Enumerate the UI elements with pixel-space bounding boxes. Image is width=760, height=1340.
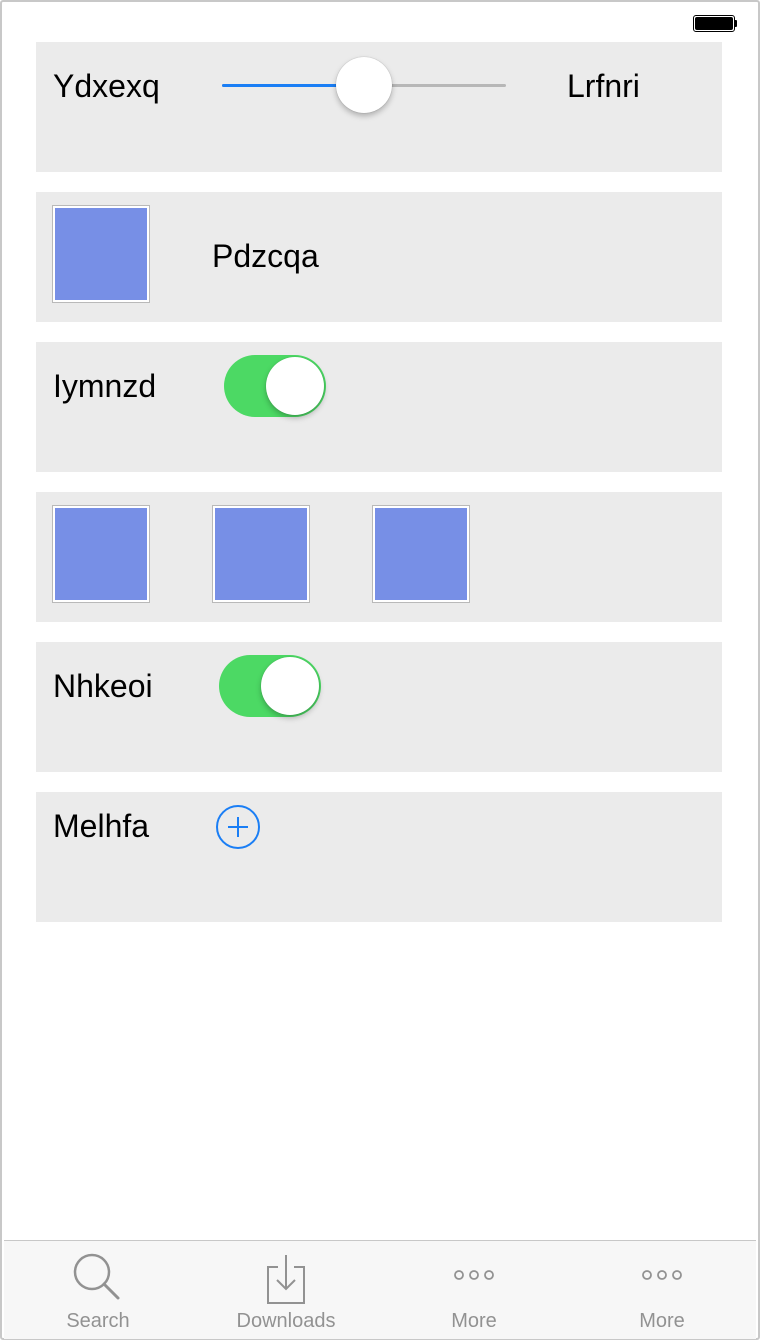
add-row: Melhfa [36, 792, 722, 922]
more-icon [454, 1270, 494, 1280]
image-row-label: Pdzcqa [212, 238, 319, 274]
image-placeholder [52, 205, 150, 303]
toggle-row-2-label: Nhkeoi [53, 668, 153, 704]
add-button[interactable] [216, 805, 260, 849]
slider-left-label: Ydxexq [53, 68, 160, 104]
slider-row: Ydxexq Lrfnri [36, 42, 722, 172]
battery-icon [693, 15, 737, 32]
image-row: Pdzcqa [36, 192, 722, 322]
search-icon [73, 1253, 120, 1300]
add-row-label: Melhfa [53, 808, 150, 844]
toggle-knob [266, 357, 324, 415]
toggle-switch-1[interactable] [224, 355, 326, 417]
more-icon [642, 1270, 682, 1280]
slider-thumb[interactable] [336, 57, 392, 113]
image-gallery-row [36, 492, 722, 622]
toggle-row-1-label: Iymnzd [53, 368, 157, 404]
image-placeholder [212, 505, 310, 603]
tab-label: More [451, 1310, 497, 1332]
toggle-switch-2[interactable] [219, 655, 321, 717]
image-placeholder [52, 505, 150, 603]
toggle-row-2: Nhkeoi [36, 642, 722, 772]
tab-search[interactable]: Search [4, 1241, 192, 1339]
download-icon [267, 1255, 305, 1304]
toggle-row-1: Iymnzd [36, 342, 722, 472]
tab-more-1[interactable]: More [380, 1241, 568, 1339]
slider[interactable] [222, 57, 506, 113]
tab-bar: Search Downloads More More [4, 1240, 756, 1339]
tab-label: More [639, 1310, 685, 1332]
tab-downloads[interactable]: Downloads [192, 1241, 380, 1339]
tab-more-2[interactable]: More [568, 1241, 756, 1339]
slider-right-label: Lrfnri [567, 68, 640, 104]
app-window: Ydxexq Lrfnri Pdzcqa Iymnzd Nhkeoi Melhf… [0, 0, 760, 1340]
tab-label: Downloads [236, 1310, 336, 1332]
toggle-knob [261, 657, 319, 715]
tab-label: Search [66, 1310, 130, 1332]
image-placeholder [372, 505, 470, 603]
